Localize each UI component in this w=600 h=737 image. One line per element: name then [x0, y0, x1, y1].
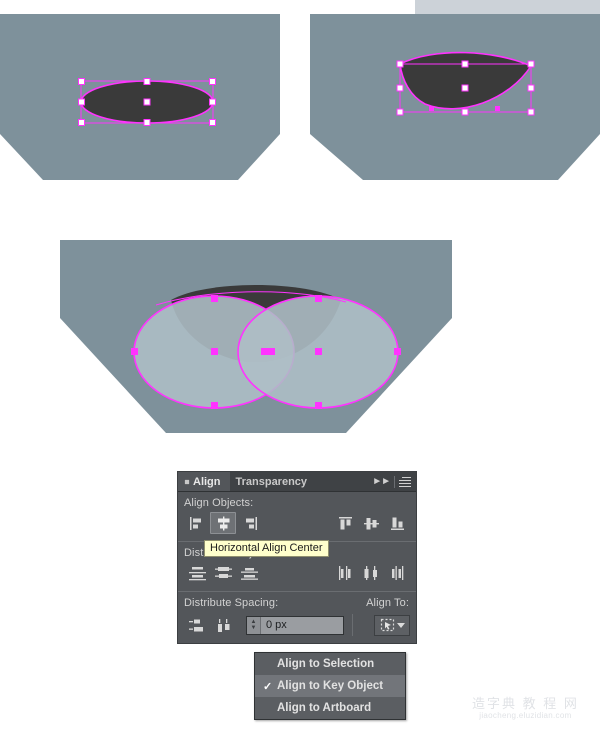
align-objects-label: Align Objects:	[184, 497, 254, 509]
distribute-objects-row	[178, 562, 416, 589]
tab-transparency[interactable]: Transparency	[229, 472, 317, 491]
vertical-align-middle-button[interactable]	[358, 512, 384, 534]
distribute-spacing-value[interactable]: 0 px	[261, 617, 343, 634]
tab-bar-spacer	[316, 472, 372, 491]
artwork-step-3	[36, 240, 476, 440]
align-to-label: Align To:	[366, 597, 409, 609]
checkmark-icon: ✓	[263, 680, 273, 693]
tab-transparency-label: Transparency	[235, 475, 308, 488]
align-panel: Align Transparency ►► Align Objects: Dis…	[178, 472, 416, 643]
spacing-label-row: Distribute Spacing: Align To:	[178, 592, 416, 612]
horizontal-distribute-left-button[interactable]	[332, 562, 358, 584]
header-divider	[394, 475, 395, 488]
horizontal-distribute-right-button[interactable]	[384, 562, 410, 584]
chevron-down-icon	[396, 623, 405, 628]
screenshot-canvas: Align Transparency ►► Align Objects: Dis…	[0, 0, 600, 737]
horizontal-align-center-button[interactable]	[210, 512, 236, 534]
vertical-distribute-space-button[interactable]	[184, 614, 210, 636]
horizontal-distribute-center-button[interactable]	[358, 562, 384, 584]
vertical-align-bottom-button[interactable]	[384, 512, 410, 534]
align-objects-row	[178, 512, 416, 539]
tab-align[interactable]: Align	[178, 472, 230, 491]
panel-tab-bar: Align Transparency ►►	[178, 472, 416, 492]
panel-header-controls: ►►	[372, 472, 416, 491]
menu-item-align-to-selection[interactable]: Align to Selection	[255, 653, 405, 675]
vertical-distribute-bottom-button[interactable]	[236, 562, 262, 584]
vertical-distribute-top-button[interactable]	[184, 562, 210, 584]
watermark-cn: 造字典 教 程 网	[472, 696, 579, 711]
artwork-step-1	[0, 14, 280, 180]
distribute-spacing-row: ▲ ▼ 0 px	[178, 612, 416, 643]
menu-item-align-to-artboard[interactable]: Align to Artboard	[255, 697, 405, 719]
align-to-control	[374, 614, 410, 636]
horizontal-align-left-button[interactable]	[184, 512, 210, 534]
menu-item-align-to-key-object[interactable]: ✓ Align to Key Object	[255, 675, 405, 697]
menu-item-align-to-key-object-label: Align to Key Object	[277, 680, 384, 692]
align-to-dropdown-menu: Align to Selection ✓ Align to Key Object…	[254, 652, 406, 720]
vertical-align-top-button[interactable]	[332, 512, 358, 534]
artwork-step-2	[310, 0, 600, 180]
tooltip-horizontal-align-center: Horizontal Align Center	[204, 540, 329, 557]
spinner-arrows-icon[interactable]: ▲ ▼	[247, 616, 261, 634]
watermark: 造字典 教 程 网 jiaocheng.eluzidian.com	[472, 697, 579, 721]
menu-item-align-to-artboard-label: Align to Artboard	[277, 702, 372, 714]
menu-item-align-to-selection-label: Align to Selection	[277, 658, 375, 670]
horizontal-align-right-button[interactable]	[236, 512, 262, 534]
distribute-spacing-label: Distribute Spacing:	[184, 597, 279, 609]
tab-align-label: Align	[193, 475, 221, 488]
distribute-spacing-input[interactable]: ▲ ▼ 0 px	[246, 615, 344, 635]
panel-collapse-diamond-icon	[183, 477, 191, 485]
spacing-align-separator	[352, 614, 353, 636]
spinner-down-arrow-icon[interactable]: ▼	[251, 625, 257, 631]
align-to-dropdown-button[interactable]	[374, 614, 410, 636]
vertical-distribute-center-button[interactable]	[210, 562, 236, 584]
double-chevron-right-icon[interactable]: ►►	[372, 476, 391, 487]
spinner-up-arrow-icon[interactable]: ▲	[251, 619, 257, 625]
panel-flyout-menu-icon[interactable]	[399, 476, 411, 487]
watermark-en: jiaocheng.eluzidian.com	[479, 711, 572, 720]
horizontal-distribute-space-button[interactable]	[212, 614, 238, 636]
